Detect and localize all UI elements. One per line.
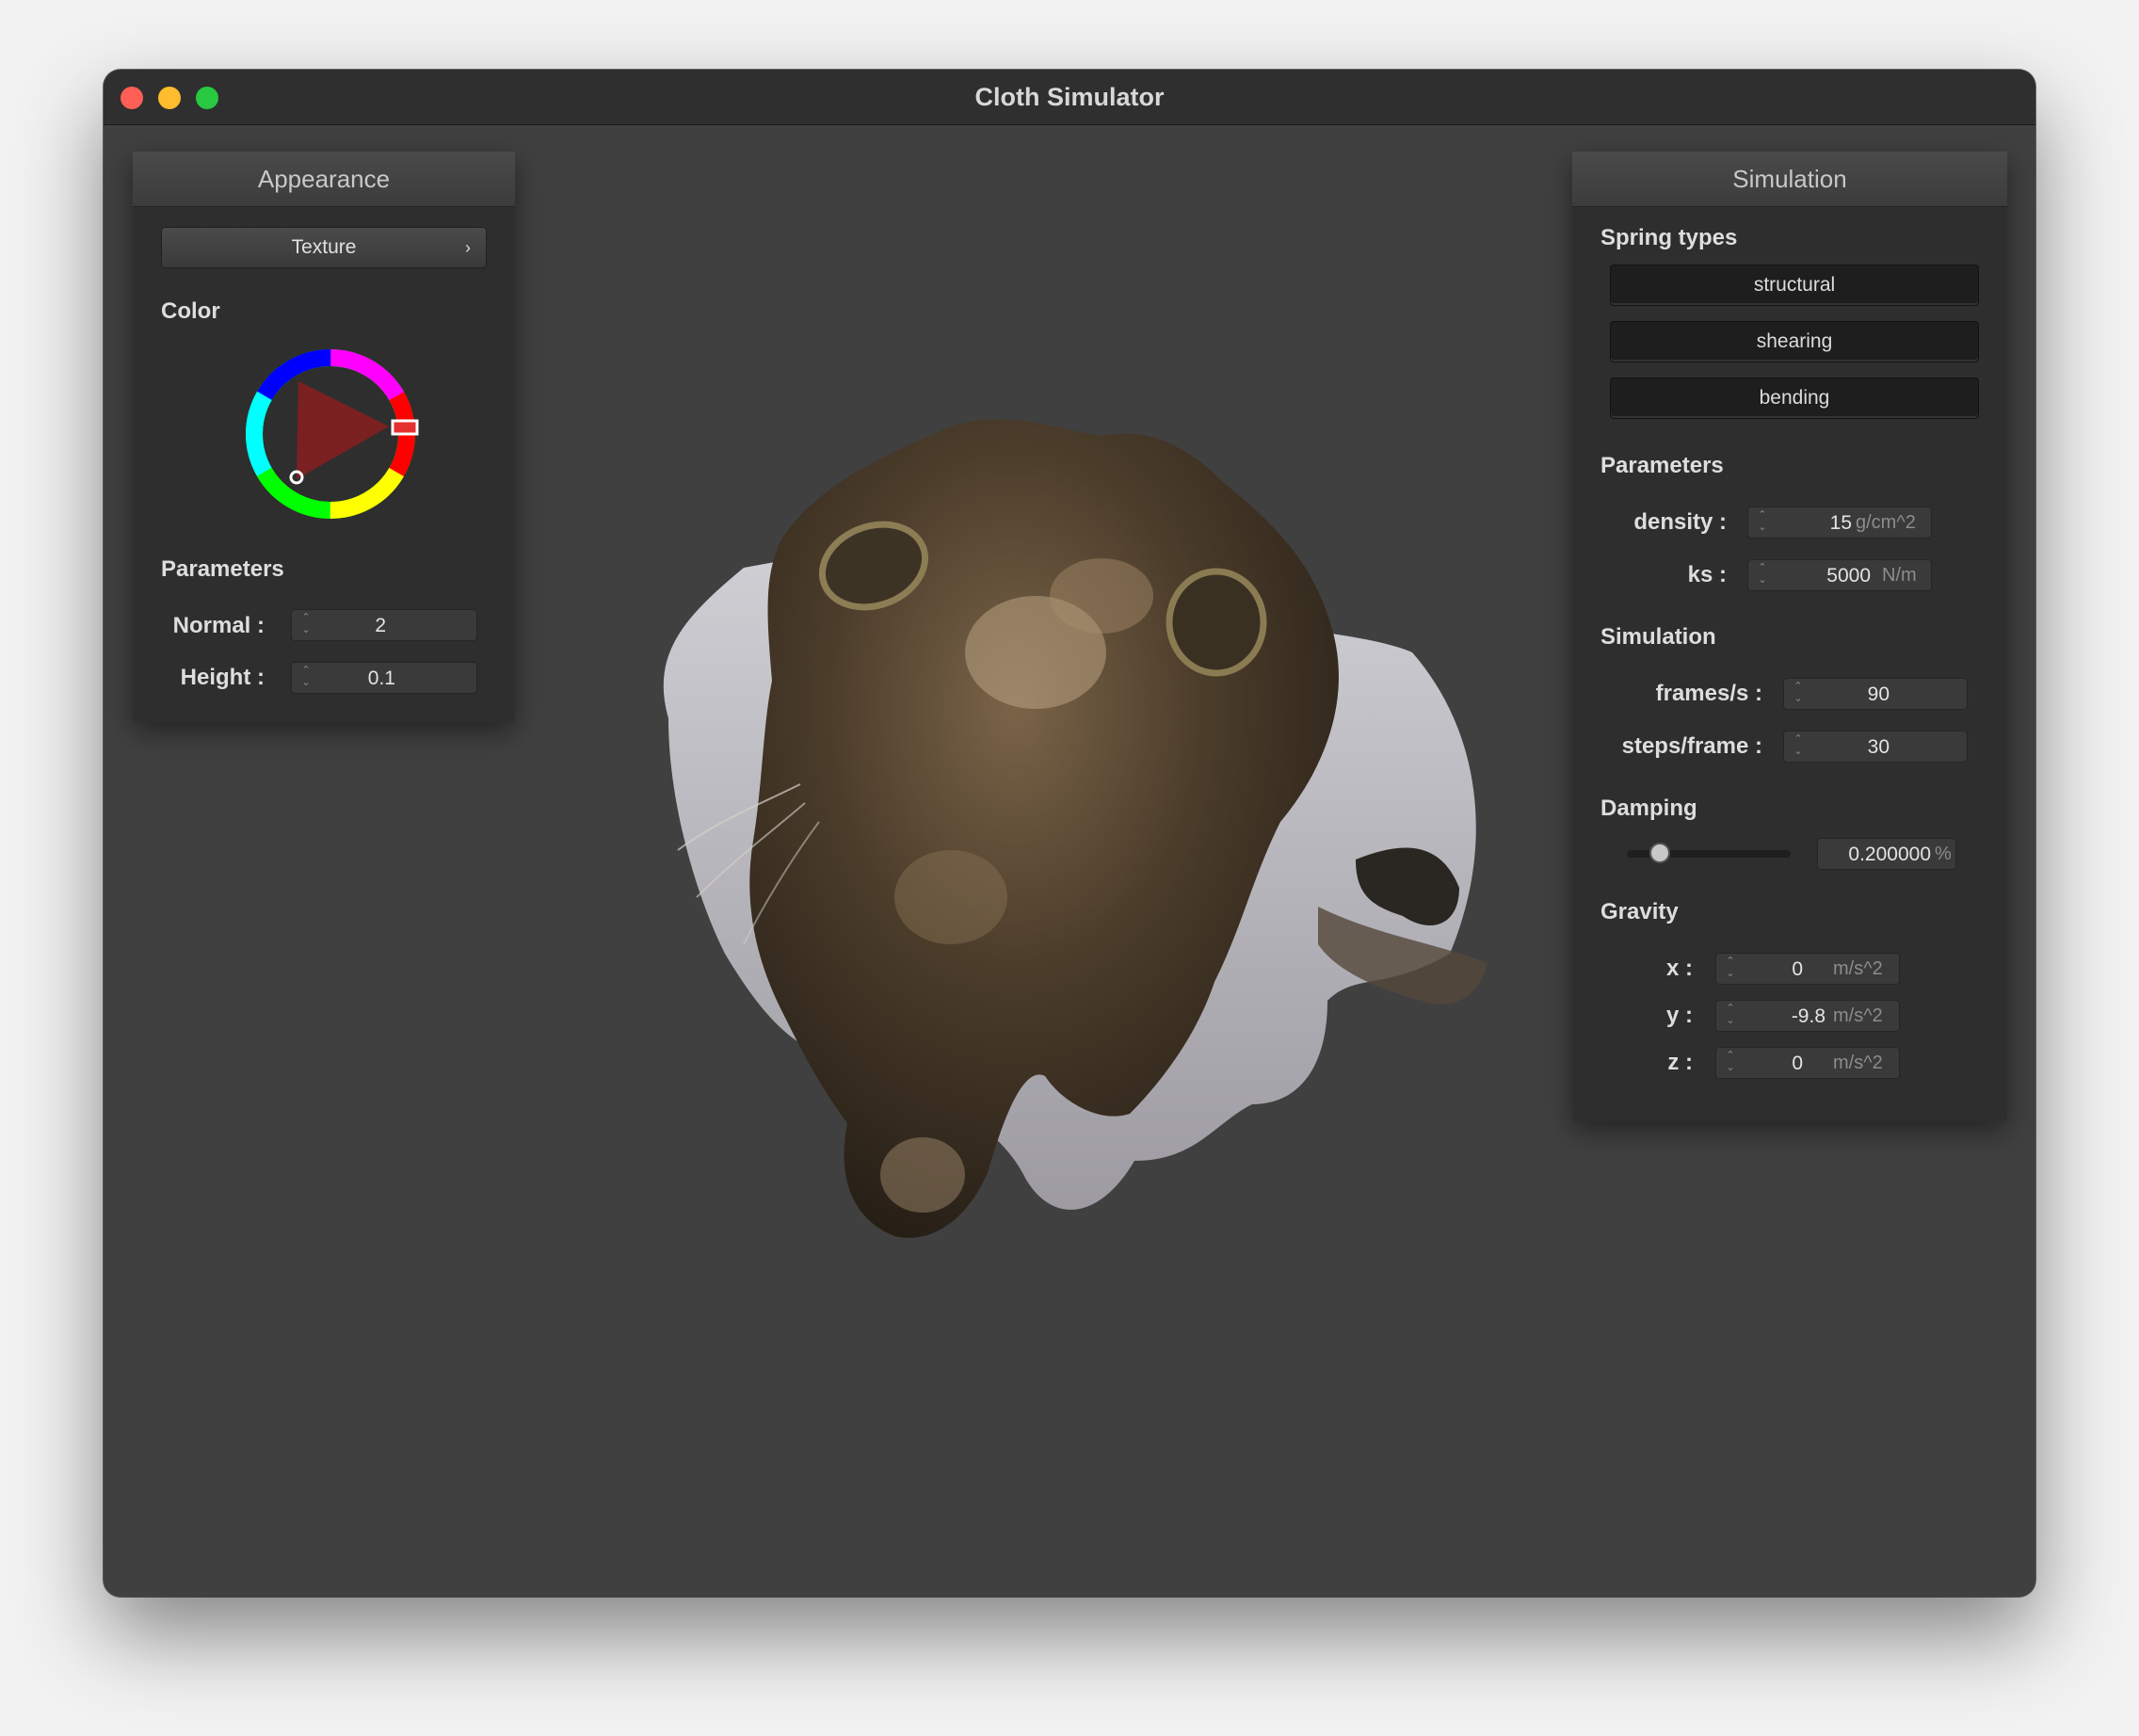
gravity-z-label: z : bbox=[1667, 1050, 1693, 1075]
gravity-z-unit: m/s^2 bbox=[1833, 1053, 1883, 1073]
frames-per-second-label: frames/s : bbox=[1655, 681, 1762, 706]
spin-arrows-icon[interactable]: ⌃ ⌄ bbox=[1724, 956, 1737, 982]
simulation-section-label: Simulation bbox=[1600, 624, 1716, 650]
color-wheel[interactable] bbox=[236, 340, 425, 528]
spin-arrows-icon[interactable]: ⌃ ⌄ bbox=[299, 612, 313, 638]
damping-section-label: Damping bbox=[1600, 796, 1697, 821]
normal-value: 2 bbox=[375, 615, 386, 636]
normal-label: Normal : bbox=[172, 613, 265, 638]
ks-label: ks : bbox=[1687, 562, 1727, 587]
ks-value: 5000 bbox=[1826, 565, 1871, 587]
gravity-y-unit: m/s^2 bbox=[1833, 1005, 1883, 1026]
structural-spring-toggle[interactable]: structural bbox=[1610, 265, 1979, 306]
gravity-y-spinbox[interactable]: ⌃ ⌄ -9.8 m/s^2 bbox=[1715, 1000, 1900, 1032]
steps-per-frame-value: 30 bbox=[1867, 736, 1890, 758]
simulation-panel-title[interactable]: Simulation bbox=[1572, 152, 2007, 207]
spin-arrows-icon[interactable]: ⌃ ⌄ bbox=[1724, 1003, 1737, 1029]
gravity-x-unit: m/s^2 bbox=[1833, 958, 1883, 979]
gravity-y-value: -9.8 bbox=[1791, 1005, 1825, 1027]
ks-spinbox[interactable]: ⌃ ⌄ 5000 N/m bbox=[1747, 559, 1932, 591]
height-value: 0.1 bbox=[367, 667, 395, 689]
color-section-label: Color bbox=[161, 298, 220, 324]
damping-unit: % bbox=[1935, 844, 1952, 864]
density-label: density : bbox=[1633, 509, 1727, 535]
spin-arrows-icon[interactable]: ⌃ ⌄ bbox=[1724, 1050, 1737, 1076]
window-title: Cloth Simulator bbox=[974, 83, 1165, 111]
chevron-right-icon: › bbox=[465, 238, 471, 257]
gravity-z-value: 0 bbox=[1792, 1053, 1803, 1074]
simulation-panel: Simulation Spring types structural shear… bbox=[1572, 152, 2007, 1121]
steps-per-frame-label: steps/frame : bbox=[1621, 733, 1762, 759]
gravity-x-label: x : bbox=[1665, 956, 1693, 981]
gravity-y-label: y : bbox=[1665, 1003, 1693, 1028]
height-spinbox[interactable]: ⌃ ⌄ 0.1 bbox=[291, 662, 477, 694]
normal-spinbox[interactable]: ⌃ ⌄ 2 bbox=[291, 609, 477, 641]
spin-arrows-icon[interactable]: ⌃ ⌄ bbox=[1756, 509, 1769, 536]
spring-types-label: Spring types bbox=[1600, 225, 1738, 250]
spin-arrows-icon[interactable]: ⌃ ⌄ bbox=[299, 665, 313, 691]
height-label: Height : bbox=[180, 665, 265, 690]
density-value: 15 bbox=[1829, 512, 1852, 534]
hue-ring-handle[interactable] bbox=[391, 419, 419, 436]
appearance-panel: Appearance Texture › Color Parameters No… bbox=[133, 152, 515, 722]
gravity-section-label: Gravity bbox=[1600, 899, 1679, 924]
density-spinbox[interactable]: ⌃ ⌄ 15 g/cm^2 bbox=[1747, 506, 1932, 538]
spin-arrows-icon[interactable]: ⌃ ⌄ bbox=[1792, 733, 1805, 760]
spin-arrows-icon[interactable]: ⌃ ⌄ bbox=[1756, 562, 1769, 588]
title-bar: Cloth Simulator bbox=[104, 70, 2035, 125]
steps-per-frame-spinbox[interactable]: ⌃ ⌄ 30 bbox=[1783, 731, 1968, 763]
color-picker-handle[interactable] bbox=[289, 470, 304, 485]
damping-value: 0.200000 bbox=[1848, 844, 1931, 865]
texture-popup-button[interactable]: Texture › bbox=[161, 227, 487, 268]
frames-per-second-value: 90 bbox=[1867, 683, 1890, 705]
shearing-spring-toggle[interactable]: shearing bbox=[1610, 321, 1979, 362]
density-unit: g/cm^2 bbox=[1856, 512, 1916, 533]
damping-value-field[interactable]: 0.200000 % bbox=[1817, 838, 1956, 870]
spin-arrows-icon[interactable]: ⌃ ⌄ bbox=[1792, 681, 1805, 707]
parameters-section-label: Parameters bbox=[1600, 453, 1724, 478]
parameters-section-label: Parameters bbox=[161, 556, 284, 582]
app-window: Cloth Simulator Appearance Texture › Col… bbox=[104, 70, 2035, 1597]
texture-button-label: Texture bbox=[291, 236, 357, 258]
frames-per-second-spinbox[interactable]: ⌃ ⌄ 90 bbox=[1783, 678, 1968, 710]
gravity-x-spinbox[interactable]: ⌃ ⌄ 0 m/s^2 bbox=[1715, 953, 1900, 985]
bending-spring-toggle[interactable]: bending bbox=[1610, 378, 1979, 419]
gravity-x-value: 0 bbox=[1792, 958, 1803, 980]
ks-unit: N/m bbox=[1882, 565, 1917, 586]
appearance-panel-title[interactable]: Appearance bbox=[133, 152, 515, 207]
gravity-z-spinbox[interactable]: ⌃ ⌄ 0 m/s^2 bbox=[1715, 1047, 1900, 1079]
damping-slider-handle[interactable] bbox=[1648, 843, 1670, 863]
